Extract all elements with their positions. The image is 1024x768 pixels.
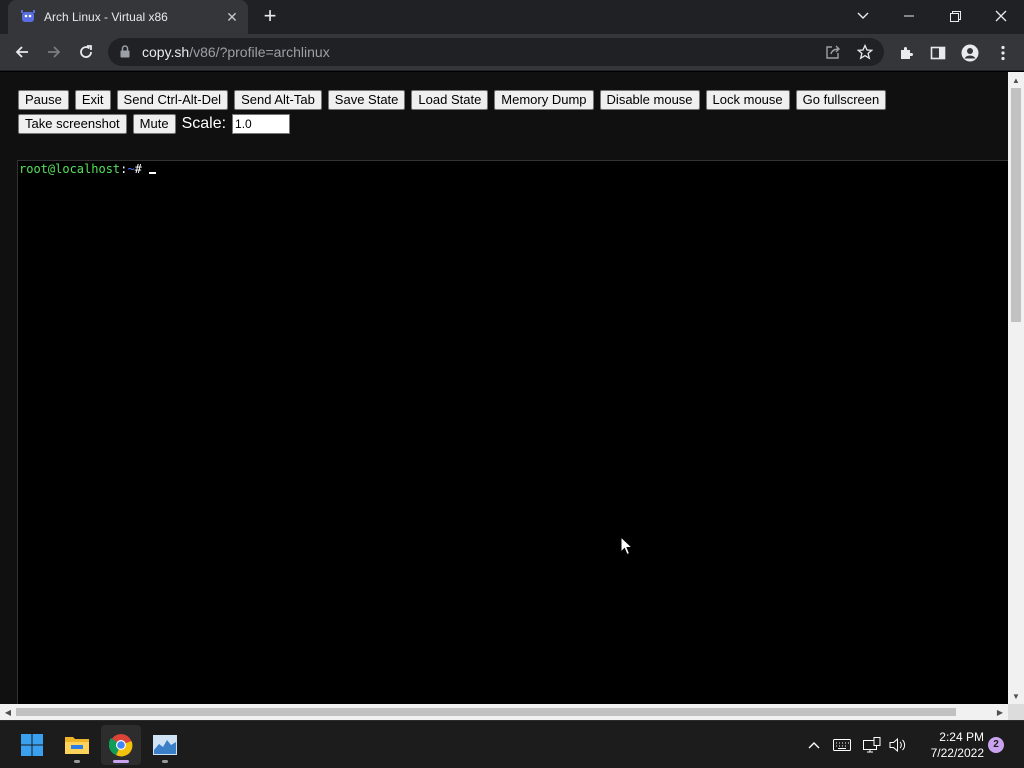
reload-icon[interactable] (74, 40, 98, 64)
minimize-button[interactable] (886, 0, 932, 32)
task-manager-icon[interactable] (145, 725, 185, 765)
file-explorer-icon[interactable] (57, 725, 97, 765)
lock-mouse-button[interactable]: Lock mouse (705, 90, 790, 110)
save-state-button[interactable]: Save State (327, 90, 406, 110)
keyboard-icon[interactable] (832, 735, 852, 755)
prompt-char: # (134, 162, 150, 176)
scale-label: Scale: (181, 115, 227, 132)
address-bar[interactable]: copy.sh/v86/?profile=archlinux (108, 38, 884, 66)
emulator-screen[interactable]: root@localhost:~# (17, 160, 1008, 704)
tab-title: Arch Linux - Virtual x86 (44, 10, 168, 24)
v86-favicon-icon (20, 9, 36, 25)
terminal-prompt: root@localhost:~# (19, 162, 157, 176)
scroll-right-icon[interactable]: ▶ (992, 704, 1008, 720)
url-text[interactable]: copy.sh/v86/?profile=archlinux (142, 44, 330, 60)
new-tab-button[interactable]: + (258, 5, 282, 29)
controls-row-1: Pause Exit Send Ctrl-Alt-Del Send Alt-Ta… (18, 90, 998, 110)
pause-button[interactable]: Pause (18, 90, 69, 110)
scale-input[interactable] (232, 114, 291, 134)
menu-kebab-icon[interactable] (993, 43, 1013, 63)
clock-date: 7/22/2022 (930, 746, 984, 760)
horizontal-scroll-thumb[interactable] (16, 708, 956, 716)
horizontal-scrollbar[interactable]: ◀ ▶ (0, 704, 1008, 720)
mute-button[interactable]: Mute (132, 114, 176, 134)
disable-mouse-button[interactable]: Disable mouse (599, 90, 700, 110)
controls-row-2: Take screenshot Mute Scale: (18, 114, 998, 134)
bookmark-star-icon[interactable] (856, 43, 874, 61)
back-icon[interactable] (10, 40, 34, 64)
prompt-cwd: ~ (127, 162, 135, 176)
go-fullscreen-button[interactable]: Go fullscreen (795, 90, 887, 110)
side-panel-icon[interactable] (928, 43, 948, 63)
restore-button[interactable] (932, 0, 978, 32)
volume-icon[interactable] (888, 735, 908, 755)
share-icon[interactable] (824, 43, 842, 61)
chrome-taskbar-icon[interactable] (101, 725, 141, 765)
scroll-left-icon[interactable]: ◀ (0, 704, 16, 720)
browser-titlebar: Arch Linux - Virtual x86 ✕ + (0, 0, 1024, 34)
take-screenshot-button[interactable]: Take screenshot (18, 114, 127, 134)
profile-avatar-icon[interactable] (960, 43, 980, 63)
browser-tab[interactable]: Arch Linux - Virtual x86 ✕ (8, 0, 248, 34)
windows-taskbar: 2:24 PM 7/22/2022 2 (0, 720, 1024, 768)
vertical-scroll-thumb[interactable] (1011, 88, 1021, 322)
prompt-user-host: root@localhost (19, 162, 121, 176)
close-window-button[interactable] (978, 0, 1024, 32)
emulator-controls: Pause Exit Send Ctrl-Alt-Del Send Alt-Ta… (18, 90, 998, 138)
scroll-down-icon[interactable]: ▼ (1008, 688, 1024, 704)
vertical-scrollbar[interactable]: ▲ ▼ (1008, 72, 1024, 704)
page-content: Pause Exit Send Ctrl-Alt-Del Send Alt-Ta… (0, 72, 1008, 704)
chrome-active-indicator (113, 760, 129, 763)
exit-button[interactable]: Exit (74, 90, 111, 110)
tab-close-icon[interactable]: ✕ (224, 9, 240, 25)
task-manager-running-indicator (162, 760, 168, 763)
network-icon[interactable] (862, 735, 882, 755)
tab-search-icon[interactable] (840, 0, 886, 32)
lock-icon[interactable] (120, 45, 130, 63)
explorer-running-indicator (74, 760, 80, 763)
send-alt-tab-button[interactable]: Send Alt-Tab (234, 90, 322, 110)
clock-time: 2:24 PM (939, 730, 984, 744)
send-ctrl-alt-del-button[interactable]: Send Ctrl-Alt-Del (116, 90, 229, 110)
start-button[interactable] (12, 725, 52, 765)
url-host: copy.sh (142, 44, 190, 60)
extensions-icon[interactable] (896, 43, 916, 63)
browser-toolbar: copy.sh/v86/?profile=archlinux (0, 34, 1024, 71)
memory-dump-button[interactable]: Memory Dump (494, 90, 594, 110)
scrollbar-corner (1008, 704, 1024, 720)
notification-badge[interactable]: 2 (988, 737, 1004, 753)
show-hidden-icons-chevron-icon[interactable] (804, 735, 824, 755)
url-path: /v86/?profile=archlinux (189, 44, 330, 60)
text-cursor (149, 172, 157, 174)
mouse-pointer-icon (620, 535, 634, 561)
system-clock[interactable]: 2:24 PM 7/22/2022 (912, 729, 984, 761)
forward-icon[interactable] (42, 40, 66, 64)
scroll-up-icon[interactable]: ▲ (1008, 72, 1024, 88)
load-state-button[interactable]: Load State (411, 90, 489, 110)
